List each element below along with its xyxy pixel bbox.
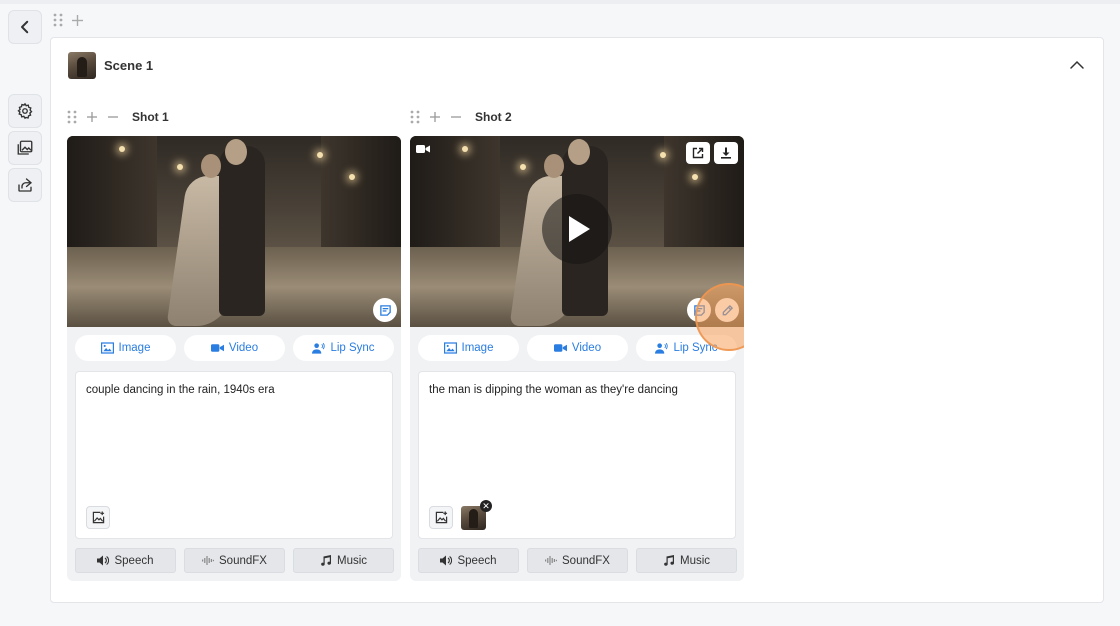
drag-handle-icon[interactable] <box>410 110 420 124</box>
scene-thumbnail <box>68 52 96 79</box>
shot-card: Shot 2 Image Video Lip Sync the man is d… <box>410 109 744 581</box>
add-image-icon <box>92 511 104 524</box>
add-reference-image-button[interactable] <box>429 506 453 529</box>
speech-button[interactable]: Speech <box>75 548 176 573</box>
video-camera-icon <box>553 344 567 352</box>
gallery-button[interactable] <box>8 131 42 165</box>
chevron-up-icon <box>1070 60 1084 69</box>
speaker-icon <box>97 555 110 566</box>
lip-sync-mode-button[interactable]: Lip Sync <box>293 335 394 361</box>
prompt-textarea[interactable]: couple dancing in the rain, 1940s era <box>75 371 393 539</box>
share-icon <box>18 178 32 192</box>
add-shot-icon[interactable] <box>86 111 98 123</box>
video-mode-button[interactable]: Video <box>527 335 628 361</box>
remove-shot-icon[interactable] <box>450 111 462 123</box>
speaking-person-icon <box>655 342 669 354</box>
scene-title: Scene 1 <box>104 58 154 73</box>
prompt-textarea[interactable]: the man is dipping the woman as they're … <box>418 371 736 539</box>
open-external-button[interactable] <box>686 142 710 164</box>
audio-row: Speech SoundFX Music <box>75 548 394 573</box>
play-icon <box>569 216 590 242</box>
music-button[interactable]: Music <box>636 548 737 573</box>
remove-reference-icon[interactable]: ✕ <box>480 500 492 512</box>
waveform-icon <box>545 556 558 565</box>
add-scene-icon[interactable] <box>71 14 84 27</box>
add-reference-image-button[interactable] <box>86 506 110 529</box>
play-button[interactable] <box>542 194 612 264</box>
download-icon <box>721 147 731 159</box>
settings-button[interactable] <box>8 94 42 128</box>
music-button[interactable]: Music <box>293 548 394 573</box>
remove-shot-icon[interactable] <box>107 111 119 123</box>
share-button[interactable] <box>8 168 42 202</box>
image-icon <box>100 342 114 354</box>
speaker-icon <box>440 555 453 566</box>
prompt-text: couple dancing in the rain, 1940s era <box>86 384 275 396</box>
shot-header: Shot 1 <box>67 109 401 125</box>
drag-handle-icon[interactable] <box>53 13 63 27</box>
prompt-text: the man is dipping the woman as they're … <box>429 384 678 396</box>
speech-button[interactable]: Speech <box>418 548 519 573</box>
shot-body: Image Video Lip Sync couple dancing in t… <box>67 136 401 581</box>
speaking-person-icon <box>312 342 326 354</box>
scene-card: Scene 1 Shot 1 Image Video Lip Sync coup… <box>50 37 1104 603</box>
video-camera-icon <box>416 145 430 153</box>
waveform-icon <box>202 556 215 565</box>
shot-body: Image Video Lip Sync the man is dipping … <box>410 136 744 581</box>
reference-image-thumbnail[interactable]: ✕ <box>461 500 492 530</box>
shot-image[interactable] <box>67 136 401 327</box>
back-button[interactable] <box>8 10 42 44</box>
soundfx-button[interactable]: SoundFX <box>527 548 628 573</box>
shot-header: Shot 2 <box>410 109 744 125</box>
gallery-icon <box>17 140 33 155</box>
scene-header: Scene 1 <box>68 52 153 79</box>
music-note-icon <box>321 555 331 566</box>
note-icon <box>379 304 391 316</box>
add-shot-icon[interactable] <box>429 111 441 123</box>
image-icon <box>443 342 457 354</box>
chevron-left-icon <box>21 20 29 34</box>
music-note-icon <box>664 555 674 566</box>
collapse-scene-button[interactable] <box>1069 57 1085 73</box>
shot-title: Shot 2 <box>475 110 512 124</box>
video-mode-button[interactable]: Video <box>184 335 285 361</box>
soundfx-button[interactable]: SoundFX <box>184 548 285 573</box>
external-link-icon <box>692 147 704 159</box>
shot-title: Shot 1 <box>132 110 169 124</box>
drag-handle-icon[interactable] <box>67 110 77 124</box>
shot-card: Shot 1 Image Video Lip Sync couple danci… <box>67 109 401 581</box>
generation-mode-row: Image Video Lip Sync <box>75 335 394 361</box>
video-camera-icon <box>210 344 224 352</box>
download-button[interactable] <box>714 142 738 164</box>
image-mode-button[interactable]: Image <box>75 335 176 361</box>
image-mode-button[interactable]: Image <box>418 335 519 361</box>
audio-row: Speech SoundFX Music <box>418 548 737 573</box>
top-bar <box>0 0 1120 4</box>
shot-video[interactable] <box>410 136 744 327</box>
scene-toolbar <box>53 13 84 27</box>
generation-mode-row: Image Video Lip Sync <box>418 335 737 361</box>
gear-icon <box>17 102 33 120</box>
notes-button[interactable] <box>373 298 397 322</box>
add-image-icon <box>435 511 447 524</box>
